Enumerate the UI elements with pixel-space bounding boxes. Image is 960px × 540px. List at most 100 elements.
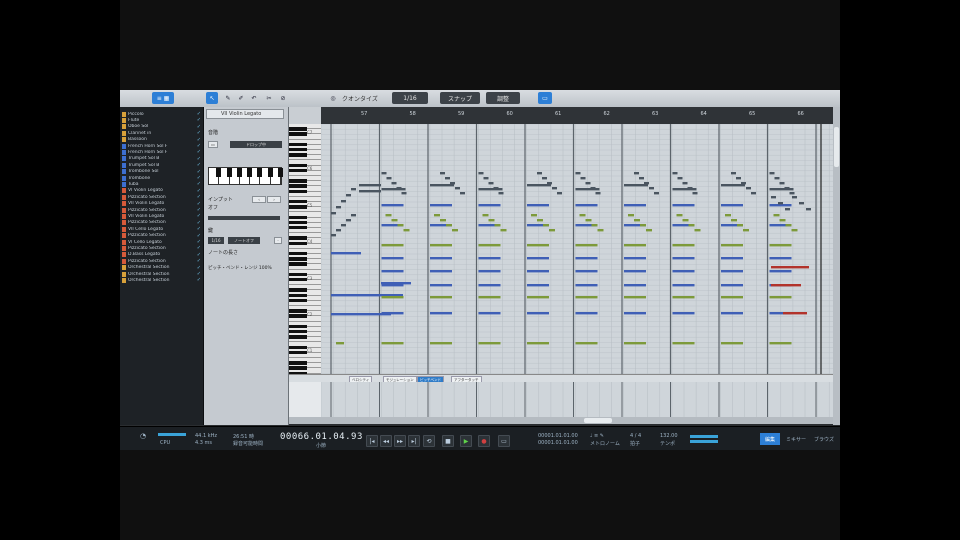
midi-note[interactable] bbox=[649, 187, 654, 190]
scale-toggle[interactable]: ▭ bbox=[208, 141, 218, 148]
midi-note[interactable] bbox=[624, 270, 646, 273]
midi-note[interactable] bbox=[769, 296, 792, 299]
horizontal-scrollbar[interactable] bbox=[289, 417, 833, 424]
loop-toggle-icon[interactable]: ⟲ bbox=[423, 435, 435, 447]
track-check-icon[interactable]: ✓ bbox=[197, 220, 201, 226]
midi-note[interactable] bbox=[634, 219, 640, 222]
track-item[interactable]: Clarinet in ✓ bbox=[122, 130, 201, 136]
mode-extra-button[interactable]: · bbox=[274, 237, 282, 244]
piano-keyboard[interactable]: C7 C6 C5 C4 C3 C2 C1 bbox=[289, 124, 321, 374]
instrument-name[interactable]: VII Violin Legato bbox=[206, 109, 284, 119]
midi-note[interactable] bbox=[624, 342, 646, 345]
track-check-icon[interactable]: ✓ bbox=[197, 156, 201, 162]
midi-note[interactable] bbox=[575, 244, 598, 247]
track-item[interactable]: Trombone ✓ bbox=[122, 175, 201, 181]
track-item[interactable]: Oboe Sol ✓ bbox=[122, 124, 201, 130]
loop-back-icon[interactable]: |◂ bbox=[366, 435, 378, 447]
midi-note[interactable] bbox=[450, 182, 455, 185]
play-icon[interactable]: ▶ bbox=[460, 435, 472, 447]
track-check-icon[interactable]: ✓ bbox=[197, 277, 201, 283]
midi-note[interactable] bbox=[430, 342, 452, 345]
midi-note[interactable] bbox=[640, 224, 646, 227]
track-view-toggle[interactable]: ≡ ▦ bbox=[152, 92, 174, 104]
midi-note[interactable] bbox=[575, 172, 581, 175]
input-right-button[interactable]: › bbox=[267, 196, 281, 203]
midi-note[interactable] bbox=[575, 312, 598, 315]
midi-note[interactable] bbox=[440, 219, 446, 222]
midi-note[interactable] bbox=[783, 312, 807, 315]
midi-note[interactable] bbox=[527, 342, 549, 345]
track-check-icon[interactable]: ✓ bbox=[197, 201, 201, 207]
track-check-icon[interactable]: ✓ bbox=[197, 265, 201, 271]
piano-roll-grid[interactable] bbox=[321, 124, 833, 374]
midi-note[interactable] bbox=[778, 202, 783, 205]
track-item[interactable]: French Horn Sol F ✓ bbox=[122, 143, 201, 149]
track-check-icon[interactable]: ✓ bbox=[197, 207, 201, 213]
midi-note[interactable] bbox=[452, 229, 458, 232]
forward-icon[interactable]: ▸▸ bbox=[394, 435, 406, 447]
midi-note[interactable] bbox=[692, 192, 698, 195]
midi-note[interactable] bbox=[430, 312, 452, 315]
midi-note[interactable] bbox=[676, 214, 683, 217]
midi-note[interactable] bbox=[751, 192, 756, 195]
velocity-lane[interactable] bbox=[321, 382, 833, 418]
track-check-icon[interactable]: ✓ bbox=[197, 149, 201, 155]
midi-note[interactable] bbox=[537, 172, 542, 175]
track-check-icon[interactable]: ✓ bbox=[197, 124, 201, 130]
midi-note[interactable] bbox=[771, 266, 809, 269]
midi-note[interactable] bbox=[799, 202, 804, 205]
mode-field[interactable]: 調整 bbox=[486, 92, 520, 104]
midi-note[interactable] bbox=[351, 188, 356, 191]
midi-note[interactable] bbox=[381, 296, 404, 299]
midi-note[interactable] bbox=[806, 208, 811, 211]
midi-note[interactable] bbox=[654, 192, 659, 195]
midi-note[interactable] bbox=[359, 190, 381, 193]
mode-b-button[interactable]: ノートオフ bbox=[228, 237, 260, 244]
browse-view-button[interactable]: ブラウズ bbox=[812, 433, 836, 445]
midi-note[interactable] bbox=[769, 172, 775, 175]
midi-note[interactable] bbox=[769, 270, 792, 273]
midi-note[interactable] bbox=[336, 206, 341, 209]
midi-note[interactable] bbox=[597, 229, 604, 232]
inspector-toggle[interactable]: ▭ bbox=[538, 92, 552, 104]
midi-note[interactable] bbox=[478, 284, 501, 287]
midi-note[interactable] bbox=[784, 187, 790, 190]
punch-icon[interactable]: ▭ bbox=[498, 435, 510, 447]
midi-note[interactable] bbox=[672, 188, 697, 191]
midi-note[interactable] bbox=[381, 312, 404, 315]
midi-note[interactable] bbox=[575, 342, 598, 345]
midi-note[interactable] bbox=[331, 252, 361, 255]
track-item[interactable]: VII Violin Legato ✓ bbox=[122, 201, 201, 207]
midi-note[interactable] bbox=[792, 196, 797, 199]
track-item[interactable]: Orchestral Section ✓ bbox=[122, 265, 201, 271]
midi-note[interactable] bbox=[341, 200, 346, 203]
track-check-icon[interactable]: ✓ bbox=[197, 213, 201, 219]
midi-note[interactable] bbox=[391, 219, 398, 222]
track-check-icon[interactable]: ✓ bbox=[197, 233, 201, 239]
midi-note[interactable] bbox=[721, 204, 743, 207]
stop-icon[interactable]: ■ bbox=[442, 435, 454, 447]
midi-note[interactable] bbox=[391, 182, 397, 185]
midi-note[interactable] bbox=[381, 284, 404, 287]
midi-note[interactable] bbox=[381, 342, 404, 345]
midi-note[interactable] bbox=[773, 214, 780, 217]
midi-note[interactable] bbox=[771, 284, 801, 287]
midi-note[interactable] bbox=[547, 182, 552, 185]
midi-note[interactable] bbox=[595, 192, 601, 195]
midi-note[interactable] bbox=[624, 204, 646, 207]
midi-note[interactable] bbox=[779, 219, 786, 222]
midi-note[interactable] bbox=[721, 312, 743, 315]
track-item[interactable]: Pizzicato Section ✓ bbox=[122, 258, 201, 264]
midi-note[interactable] bbox=[575, 188, 600, 191]
midi-note[interactable] bbox=[644, 182, 649, 185]
midi-note[interactable] bbox=[624, 244, 646, 247]
midi-note[interactable] bbox=[527, 204, 549, 207]
snap-field[interactable]: スナップ bbox=[440, 92, 480, 104]
midi-note[interactable] bbox=[351, 214, 356, 217]
record-icon[interactable]: ● bbox=[478, 435, 490, 447]
scale-keyboard[interactable] bbox=[208, 167, 284, 185]
quantize-field[interactable]: 1/16 bbox=[392, 92, 428, 104]
midi-note[interactable] bbox=[737, 224, 743, 227]
split-tool-icon[interactable]: ✂ bbox=[264, 92, 274, 104]
midi-note[interactable] bbox=[672, 342, 695, 345]
